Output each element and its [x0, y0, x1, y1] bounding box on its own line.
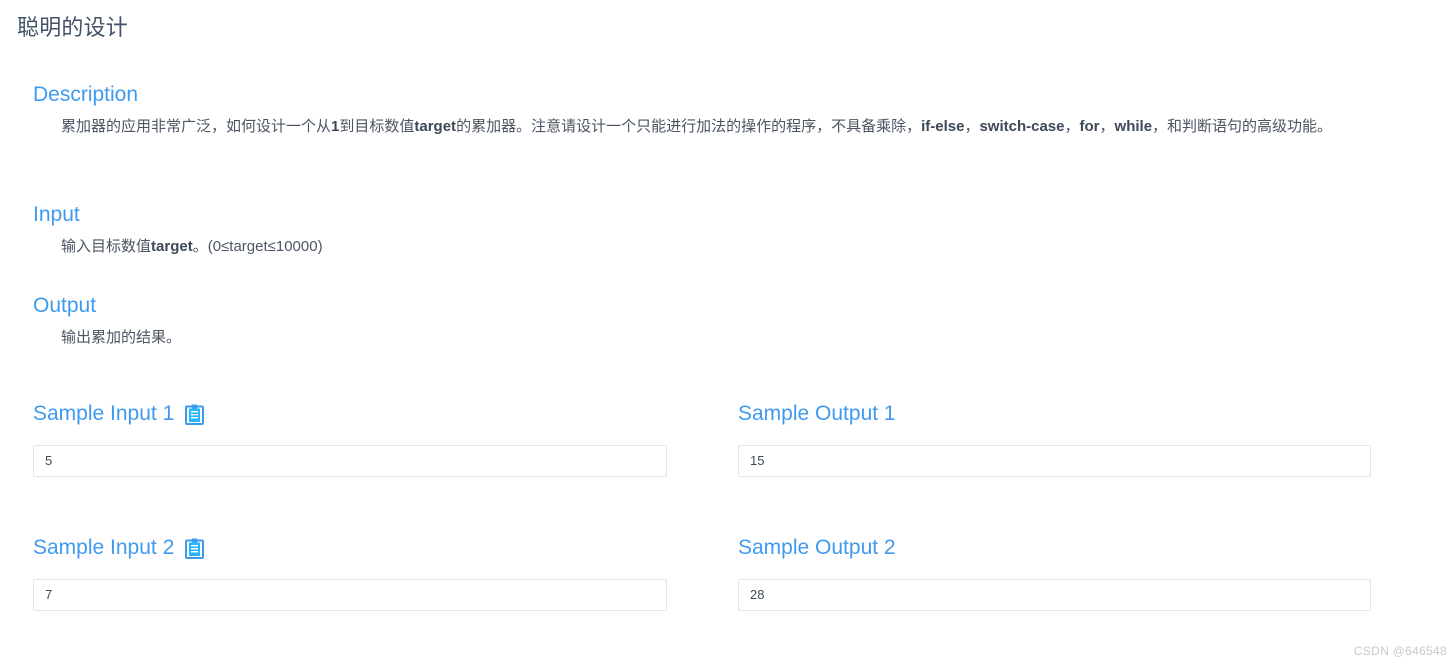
clipboard-copy-icon[interactable] — [185, 404, 205, 425]
section-body-output: 输出累加的结果。 — [61, 329, 182, 346]
section-heading-output: Output — [33, 294, 97, 317]
sample-output-block-2: Sample Output 2 28 — [738, 534, 1371, 611]
sample-input-label-1: Sample Input 1 — [33, 402, 175, 425]
section-body-description: 累加器的应用非常广泛，如何设计一个从1到目标数值target的累加器。注意请设计… — [61, 118, 1333, 135]
section-body-input: 输入目标数值target。(0≤target≤10000) — [61, 238, 323, 255]
watermark: CSDN @646548 — [1353, 644, 1447, 658]
sample-input-value-1[interactable]: 5 — [33, 445, 667, 477]
sample-output-value-2[interactable]: 28 — [738, 579, 1371, 611]
problem-page: 聪明的设计 Description 累加器的应用非常广泛，如何设计一个从1到目标… — [0, 0, 1455, 664]
sample-input-block-1: Sample Input 1 5 — [33, 400, 667, 477]
page-title: 聪明的设计 — [17, 15, 129, 40]
sample-input-heading-1: Sample Input 1 — [33, 400, 667, 428]
sample-output-label-1: Sample Output 1 — [738, 402, 896, 425]
section-output: Output 输出累加的结果。 — [33, 293, 181, 350]
sample-output-block-1: Sample Output 1 15 — [738, 400, 1371, 477]
section-heading-input: Input — [33, 203, 80, 226]
clipboard-copy-icon[interactable] — [185, 538, 205, 559]
sample-output-value-1[interactable]: 15 — [738, 445, 1371, 477]
sample-output-label-2: Sample Output 2 — [738, 536, 896, 559]
sample-input-heading-2: Sample Input 2 — [33, 534, 667, 562]
section-description: Description 累加器的应用非常广泛，如何设计一个从1到目标数值targ… — [33, 82, 1423, 139]
sample-input-block-2: Sample Input 2 7 — [33, 534, 667, 611]
sample-input-value-2[interactable]: 7 — [33, 579, 667, 611]
section-heading-description: Description — [33, 83, 139, 106]
section-input: Input 输入目标数值target。(0≤target≤10000) — [33, 202, 323, 259]
sample-output-heading-2: Sample Output 2 — [738, 534, 1371, 562]
sample-input-label-2: Sample Input 2 — [33, 536, 175, 559]
sample-output-heading-1: Sample Output 1 — [738, 400, 1371, 428]
